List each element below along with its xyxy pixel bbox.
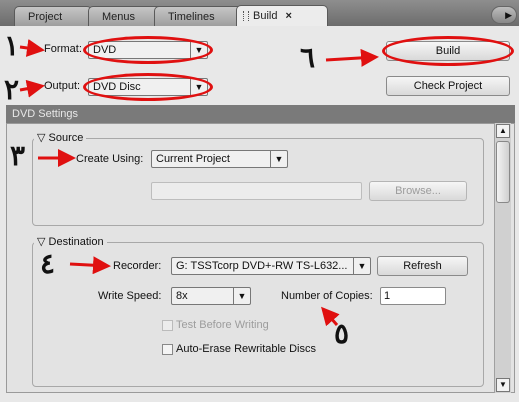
annotation-6: ٦ <box>300 41 316 74</box>
arrow-4-icon <box>69 256 111 275</box>
annotation-1: ١ <box>4 29 20 62</box>
arrow-6-icon <box>325 48 379 67</box>
arrow-1-icon <box>19 39 45 57</box>
annotation-5: ٥ <box>334 317 350 350</box>
arrow-2-icon <box>19 79 45 98</box>
annotation-2: ٢ <box>4 73 20 106</box>
annotation-3: ٣ <box>10 139 26 172</box>
annotation-4: ٤ <box>40 247 56 280</box>
annotation-arrows <box>19 39 379 327</box>
